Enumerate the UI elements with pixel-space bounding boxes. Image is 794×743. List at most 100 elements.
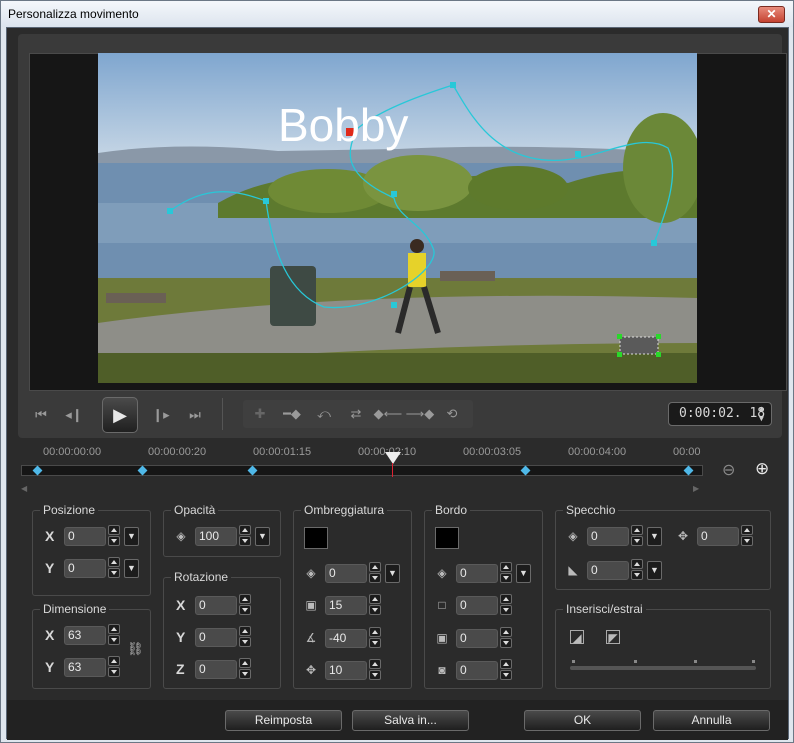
tick-label: 00:00:04:00: [568, 446, 627, 458]
mirror-distance-spinner[interactable]: [740, 525, 754, 547]
mirror-fade-input[interactable]: 0: [587, 561, 629, 580]
shadow-distance-input[interactable]: 10: [325, 661, 367, 680]
move-left-icon[interactable]: ◆⟵: [373, 402, 403, 426]
zoom-in-icon[interactable]: ⊕: [755, 459, 769, 479]
reverse-path-icon[interactable]: ⤺: [309, 402, 339, 426]
swap-icon[interactable]: ⇄: [341, 402, 371, 426]
mirror-fade-spinner[interactable]: [630, 559, 644, 581]
keyframe-marker[interactable]: [247, 465, 258, 476]
rotation-x-input[interactable]: 0: [195, 596, 237, 615]
move-right-icon[interactable]: ⟶◆: [405, 402, 435, 426]
link-icon[interactable]: ⛓: [127, 642, 144, 656]
border-opacity-spinner[interactable]: [499, 562, 513, 584]
close-button[interactable]: ✕: [758, 6, 785, 23]
size-y-spinner[interactable]: [107, 656, 121, 678]
mirror-fade-menu[interactable]: ▼: [647, 561, 662, 580]
play-icon[interactable]: ▶: [102, 397, 138, 433]
border-color-swatch[interactable]: [435, 527, 459, 549]
slider-tick: [572, 660, 575, 663]
border-width-icon: □: [438, 598, 446, 612]
size-y-input[interactable]: 63: [64, 658, 106, 677]
mirror-distance-input[interactable]: 0: [697, 527, 739, 546]
cancel-button[interactable]: Annulla: [653, 710, 770, 731]
position-x-input[interactable]: 0: [64, 527, 106, 546]
fade-out-icon[interactable]: ◤: [606, 630, 620, 645]
step-forward-icon[interactable]: ❙▸: [150, 402, 172, 428]
tick-label: 00:00:03:05: [463, 446, 522, 458]
mirror-opacity-menu[interactable]: ▼: [647, 527, 662, 546]
timeline-track[interactable]: [21, 465, 703, 476]
tick-label: 00:00: [673, 446, 701, 458]
border-corner-input[interactable]: 0: [456, 661, 498, 680]
preview-video[interactable]: Bobby: [98, 53, 697, 383]
keyframe-marker[interactable]: [137, 465, 148, 476]
rotation-y-spinner[interactable]: [238, 626, 252, 648]
scroll-left-icon[interactable]: ◀: [21, 484, 27, 493]
shadow-angle-input[interactable]: -40: [325, 629, 367, 648]
step-back-icon[interactable]: ◂❙: [63, 402, 85, 428]
keyframe-marker[interactable]: [683, 465, 694, 476]
ok-button[interactable]: OK: [524, 710, 641, 731]
border-width-spinner[interactable]: [499, 594, 513, 616]
border-blur-icon: ▣: [436, 631, 448, 645]
mirror-opacity-input[interactable]: 0: [587, 527, 629, 546]
skip-end-icon[interactable]: ⏭: [185, 402, 205, 428]
position-x-menu[interactable]: ▼: [124, 527, 139, 546]
tick-label: 00:00:01:15: [253, 446, 312, 458]
shadow-angle-spinner[interactable]: [368, 627, 382, 649]
reset-button[interactable]: Reimposta: [225, 710, 342, 731]
shadow-blur-input[interactable]: 15: [325, 596, 367, 615]
position-y-input[interactable]: 0: [64, 559, 106, 578]
keyframe-marker[interactable]: [520, 465, 531, 476]
rotation-group: Rotazione X 0 Y 0 Z 0: [163, 570, 281, 689]
position-y-spinner[interactable]: [107, 557, 121, 579]
shadow-opacity-input[interactable]: 0: [325, 564, 367, 583]
timecode-field[interactable]: 0:00:02. 18 ▲ ▼: [668, 402, 772, 426]
fade-slider-track[interactable]: [570, 666, 756, 670]
overlay-title-text[interactable]: Bobby: [278, 98, 408, 152]
border-corner-spinner[interactable]: [499, 659, 513, 681]
timecode-value: 0:00:02. 18: [679, 406, 766, 421]
opacity-input[interactable]: 100: [195, 527, 237, 546]
skip-start-icon[interactable]: ⏮: [31, 402, 51, 428]
position-y-menu[interactable]: ▼: [124, 559, 139, 578]
border-blur-spinner[interactable]: [499, 627, 513, 649]
timecode-spinner[interactable]: ▲ ▼: [759, 404, 769, 424]
scroll-right-icon[interactable]: ▶: [693, 484, 699, 493]
shadow-color-swatch[interactable]: [304, 527, 328, 549]
mirror-fade-icon: ◣: [568, 563, 578, 577]
shadow-distance-icon: ✥: [305, 663, 317, 677]
rotation-y-input[interactable]: 0: [195, 628, 237, 647]
border-blur-input[interactable]: 0: [456, 629, 498, 648]
shadow-label: Ombreggiatura: [301, 503, 388, 517]
size-x-spinner[interactable]: [107, 624, 121, 646]
size-x-label: X: [45, 627, 55, 643]
position-x-spinner[interactable]: [107, 525, 121, 547]
size-x-input[interactable]: 63: [64, 626, 106, 645]
shadow-angle-icon: ∡: [305, 631, 317, 645]
remove-keyframe-icon[interactable]: ━◆: [277, 402, 307, 426]
save-to-button[interactable]: Salva in...: [352, 710, 469, 731]
timeline-ruler: 00:00:00:00 00:00:00:20 00:00:01:15 00:0…: [23, 443, 705, 465]
rotation-z-spinner[interactable]: [238, 658, 252, 680]
zoom-out-icon[interactable]: ⊖: [722, 460, 735, 480]
shadow-blur-spinner[interactable]: [368, 594, 382, 616]
opacity-spinner[interactable]: [238, 525, 252, 547]
slider-tick: [752, 660, 755, 663]
border-opacity-menu[interactable]: ▼: [516, 564, 531, 583]
rotation-x-spinner[interactable]: [238, 594, 252, 616]
border-opacity-input[interactable]: 0: [456, 564, 498, 583]
rotation-label: Rotazione: [171, 570, 232, 584]
fade-in-icon[interactable]: ◢: [570, 630, 584, 645]
border-width-input[interactable]: 0: [456, 596, 498, 615]
opacity-menu[interactable]: ▼: [255, 527, 270, 546]
mirror-opacity-spinner[interactable]: [630, 525, 644, 547]
shadow-opacity-spinner[interactable]: [368, 562, 382, 584]
keyframe-marker[interactable]: [32, 465, 43, 476]
rotation-z-input[interactable]: 0: [195, 660, 237, 679]
add-keyframe-icon[interactable]: ✚: [245, 402, 275, 426]
shadow-distance-spinner[interactable]: [368, 659, 382, 681]
shadow-opacity-menu[interactable]: ▼: [385, 564, 400, 583]
position-x-label: X: [45, 528, 55, 544]
reset-icon[interactable]: ⟲: [437, 402, 467, 426]
